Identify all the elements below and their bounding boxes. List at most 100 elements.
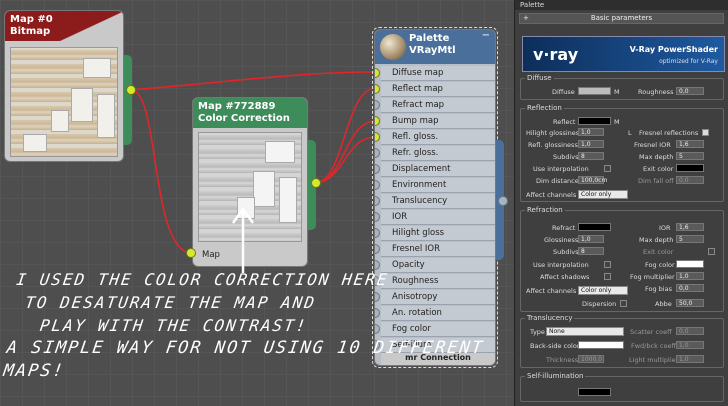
refr-subdivs-label: Subdivs xyxy=(553,248,579,256)
bitmap-node[interactable]: Map #0 Bitmap xyxy=(4,10,124,162)
material-slot[interactable]: Bump map xyxy=(381,114,495,129)
hilight-spinner[interactable]: 1,0 xyxy=(578,128,604,136)
refr-use-interp-label: Use interpolation xyxy=(533,261,589,269)
slot-socket[interactable] xyxy=(375,196,380,206)
slot-socket-connected[interactable] xyxy=(375,68,380,78)
refr-affect-channels-dropdown[interactable]: Color only xyxy=(578,286,628,295)
cc-output-socket[interactable] xyxy=(311,178,321,188)
fog-mult-label: Fog multiplier xyxy=(630,273,675,281)
scatter-label: Scatter coeff xyxy=(630,328,672,336)
material-slot[interactable]: Diffuse map xyxy=(381,66,495,81)
back-side-swatch[interactable] xyxy=(578,341,624,349)
affect-shadows-checkbox[interactable] xyxy=(604,273,611,280)
subdivs-label: Subdivs xyxy=(553,153,579,161)
vraymtl-output-socket[interactable] xyxy=(498,196,508,206)
reflect-map-button[interactable]: M xyxy=(614,118,620,126)
refr-gloss-spinner[interactable]: 1,0 xyxy=(578,235,604,243)
bitmap-node-title: Map #0 xyxy=(10,14,53,25)
group-title: Reflection xyxy=(525,104,564,112)
hilight-lock[interactable]: L xyxy=(628,129,632,137)
roughness-label: Roughness xyxy=(638,88,674,96)
node-editor-canvas[interactable]: Map #0 Bitmap Map #772889 Color Correcti… xyxy=(0,0,514,406)
material-slot[interactable]: Refr. gloss. xyxy=(381,146,495,161)
dim-falloff-spinner[interactable]: 0,0 xyxy=(676,176,704,184)
reflect-label: Reflect xyxy=(553,118,576,126)
slot-socket-connected[interactable] xyxy=(375,132,380,142)
diffuse-map-button[interactable]: M xyxy=(614,88,620,96)
cc-node-type: Color Correction xyxy=(198,113,290,124)
group-title: Refraction xyxy=(525,206,565,214)
thickness-spinner[interactable]: 1000,0 xyxy=(578,355,604,363)
diffuse-label: Diffuse xyxy=(552,88,575,96)
material-slot[interactable]: Refract map xyxy=(381,98,495,113)
fresnel-ior-spinner[interactable]: 1,6 xyxy=(676,140,704,148)
slot-socket-connected[interactable] xyxy=(375,116,380,126)
material-slot[interactable]: Fresnel IOR xyxy=(381,242,495,257)
fwd-bck-spinner[interactable]: 1,0 xyxy=(676,341,704,349)
material-slot[interactable]: IOR xyxy=(381,210,495,225)
thickness-label: Thickness xyxy=(546,356,579,364)
bitmap-node-header[interactable]: Map #0 Bitmap xyxy=(5,11,123,41)
exit-color-swatch[interactable] xyxy=(676,164,704,172)
refract-label: Refract xyxy=(552,224,576,232)
fog-color-swatch[interactable] xyxy=(676,260,704,268)
light-mult-label: Light multiplier xyxy=(629,356,679,364)
fresnel-ior-label: Fresnel IOR xyxy=(634,141,671,149)
max-depth-spinner[interactable]: 5 xyxy=(676,152,704,160)
material-slot[interactable]: Translucency xyxy=(381,194,495,209)
wire-cc-to-reflect xyxy=(315,87,377,184)
refr-max-depth-spinner[interactable]: 5 xyxy=(676,235,704,243)
bitmap-output-socket[interactable] xyxy=(126,85,136,95)
refr-use-interp-checkbox[interactable] xyxy=(604,261,611,268)
slot-socket-connected[interactable] xyxy=(375,84,380,94)
dim-falloff-label: Dim fall off xyxy=(638,177,674,185)
cc-map-label: Map xyxy=(202,250,220,260)
use-interp-checkbox[interactable] xyxy=(604,165,611,172)
fog-mult-spinner[interactable]: 1,0 xyxy=(676,272,704,280)
use-interp-label: Use interpolation xyxy=(533,165,589,173)
annotation-line: A SIMPLE WAY FOR NOT USING 10 DIFFERENT … xyxy=(2,338,486,381)
cc-map-input-socket[interactable] xyxy=(186,248,196,258)
vraymtl-node-title: Palette xyxy=(409,33,450,44)
material-slot[interactable]: Environment xyxy=(381,178,495,193)
slot-socket[interactable] xyxy=(375,148,380,158)
wire-bitmap-to-diffuse xyxy=(130,71,377,91)
fresnel-checkbox[interactable] xyxy=(702,129,709,136)
slot-socket[interactable] xyxy=(375,228,380,238)
refr-subdivs-spinner[interactable]: 8 xyxy=(578,247,604,255)
dispersion-checkbox[interactable] xyxy=(620,300,627,307)
fog-bias-spinner[interactable]: 0,0 xyxy=(676,284,704,292)
refract-swatch[interactable] xyxy=(578,223,611,231)
rollout-basic-parameters[interactable]: + Basic parameters xyxy=(519,13,724,24)
material-slot[interactable]: Hilight gloss xyxy=(381,226,495,241)
roughness-spinner[interactable]: 0,0 xyxy=(676,87,704,95)
bitmap-thumbnail xyxy=(10,47,118,157)
slot-socket[interactable] xyxy=(375,164,380,174)
bitmap-node-type: Bitmap xyxy=(10,26,51,37)
collapse-icon[interactable]: − xyxy=(482,31,490,41)
abbe-spinner[interactable]: 50,0 xyxy=(676,299,704,307)
slot-socket[interactable] xyxy=(375,100,380,110)
refr-exit-color-checkbox[interactable] xyxy=(708,248,715,255)
ior-spinner[interactable]: 1,6 xyxy=(676,223,704,231)
refr-gloss-label: Glossiness xyxy=(544,236,579,244)
fresnel-label: Fresnel reflections xyxy=(639,129,699,137)
affect-channels-dropdown[interactable]: Color only xyxy=(578,190,628,199)
slot-socket[interactable] xyxy=(375,180,380,190)
scatter-spinner[interactable]: 0,0 xyxy=(676,327,704,335)
slot-socket[interactable] xyxy=(375,212,380,222)
material-slot[interactable]: Displacement xyxy=(381,162,495,177)
light-mult-spinner[interactable]: 1,0 xyxy=(676,355,704,363)
reflect-swatch[interactable] xyxy=(578,117,611,125)
diffuse-swatch[interactable] xyxy=(578,87,611,95)
refl-gloss-spinner[interactable]: 1,0 xyxy=(578,140,604,148)
dim-distance-label: Dim distance xyxy=(536,177,579,185)
dim-distance-spinner[interactable]: 100,0cm xyxy=(578,176,607,184)
material-slot[interactable]: Reflect map xyxy=(381,82,495,97)
self-illum-swatch[interactable] xyxy=(578,388,611,396)
subdivs-spinner[interactable]: 8 xyxy=(578,152,604,160)
cc-node-header[interactable]: Map #772889 Color Correction xyxy=(193,98,307,128)
material-slot[interactable]: Refl. gloss. xyxy=(381,130,495,145)
translucency-type-dropdown[interactable]: None xyxy=(546,327,624,336)
slot-socket[interactable] xyxy=(375,244,380,254)
